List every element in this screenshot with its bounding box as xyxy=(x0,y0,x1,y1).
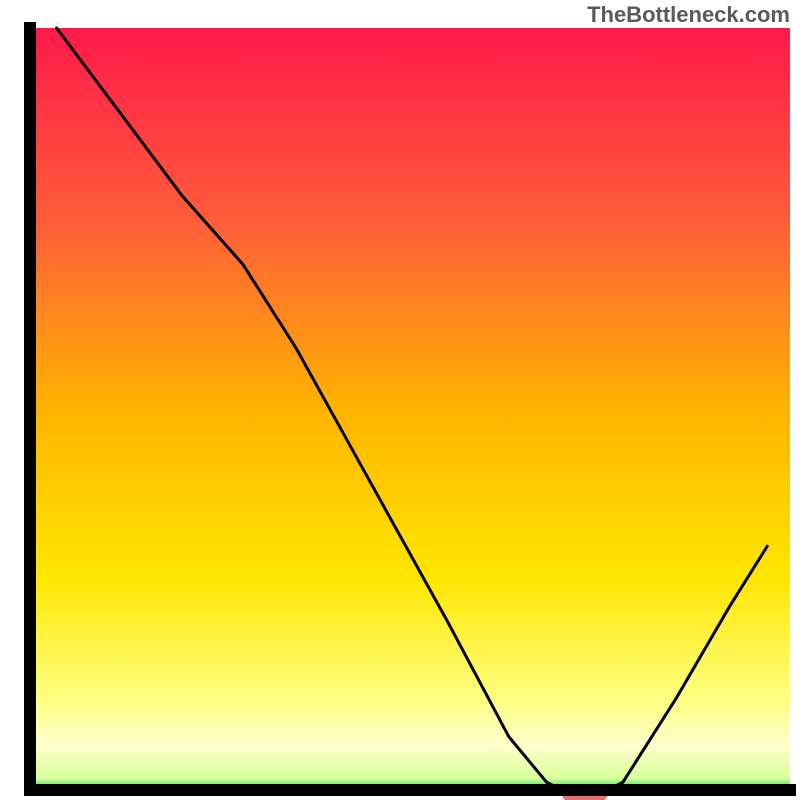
bottleneck-chart: TheBottleneck.com xyxy=(0,0,800,800)
attribution-text: TheBottleneck.com xyxy=(587,2,790,28)
gradient-background xyxy=(30,28,790,790)
chart-svg xyxy=(0,0,800,800)
